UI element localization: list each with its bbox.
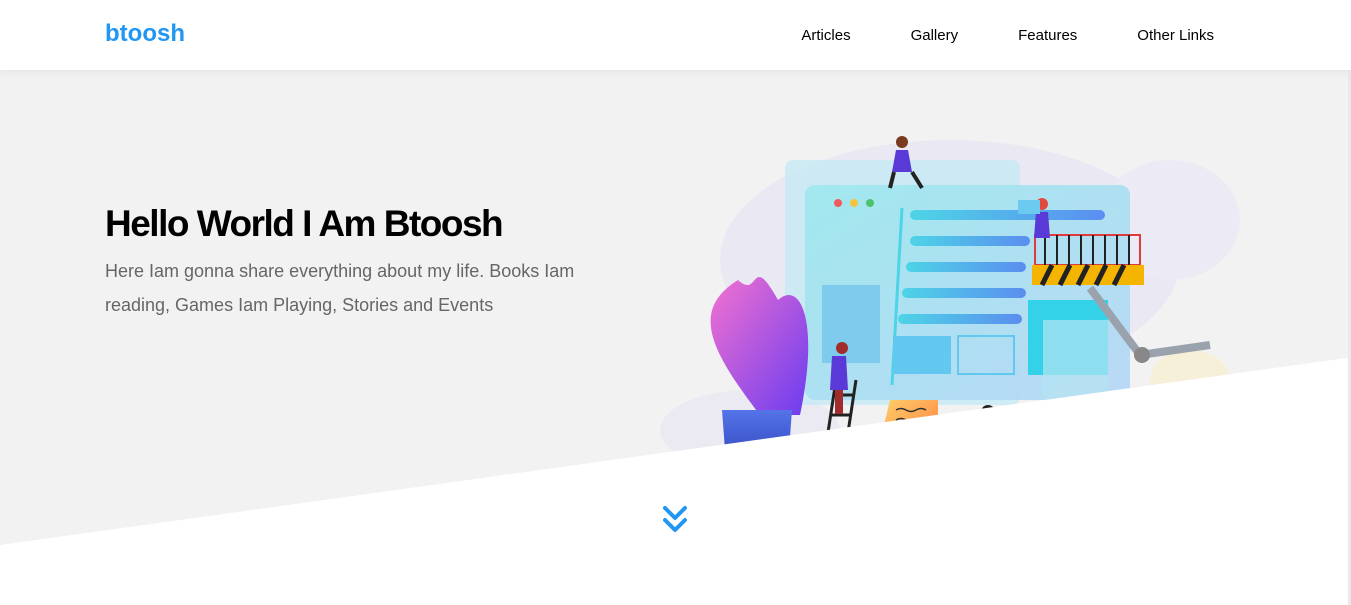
nav-link-articles[interactable]: Articles bbox=[801, 27, 850, 44]
intro-text: Hello World I Am Btoosh Here Iam gonna s… bbox=[105, 200, 615, 322]
landing-description: Here Iam gonna share everything about my… bbox=[105, 261, 575, 315]
hero-illustration bbox=[660, 136, 1240, 490]
landing-section: Hello World I Am Btoosh Here Iam gonna s… bbox=[0, 70, 1351, 545]
nav-link-gallery[interactable]: Gallery bbox=[911, 27, 959, 44]
header: btoosh Articles Gallery Features Other L… bbox=[0, 0, 1351, 70]
landing-title: Hello World I Am Btoosh bbox=[105, 203, 504, 244]
main-nav: Articles Gallery Features Other Links bbox=[801, 0, 1214, 70]
logo[interactable]: btoosh bbox=[105, 20, 185, 48]
nav-link-other-links[interactable]: Other Links bbox=[1137, 27, 1214, 44]
nav-link-features[interactable]: Features bbox=[1018, 27, 1077, 44]
scroll-down-icon[interactable] bbox=[662, 505, 688, 535]
